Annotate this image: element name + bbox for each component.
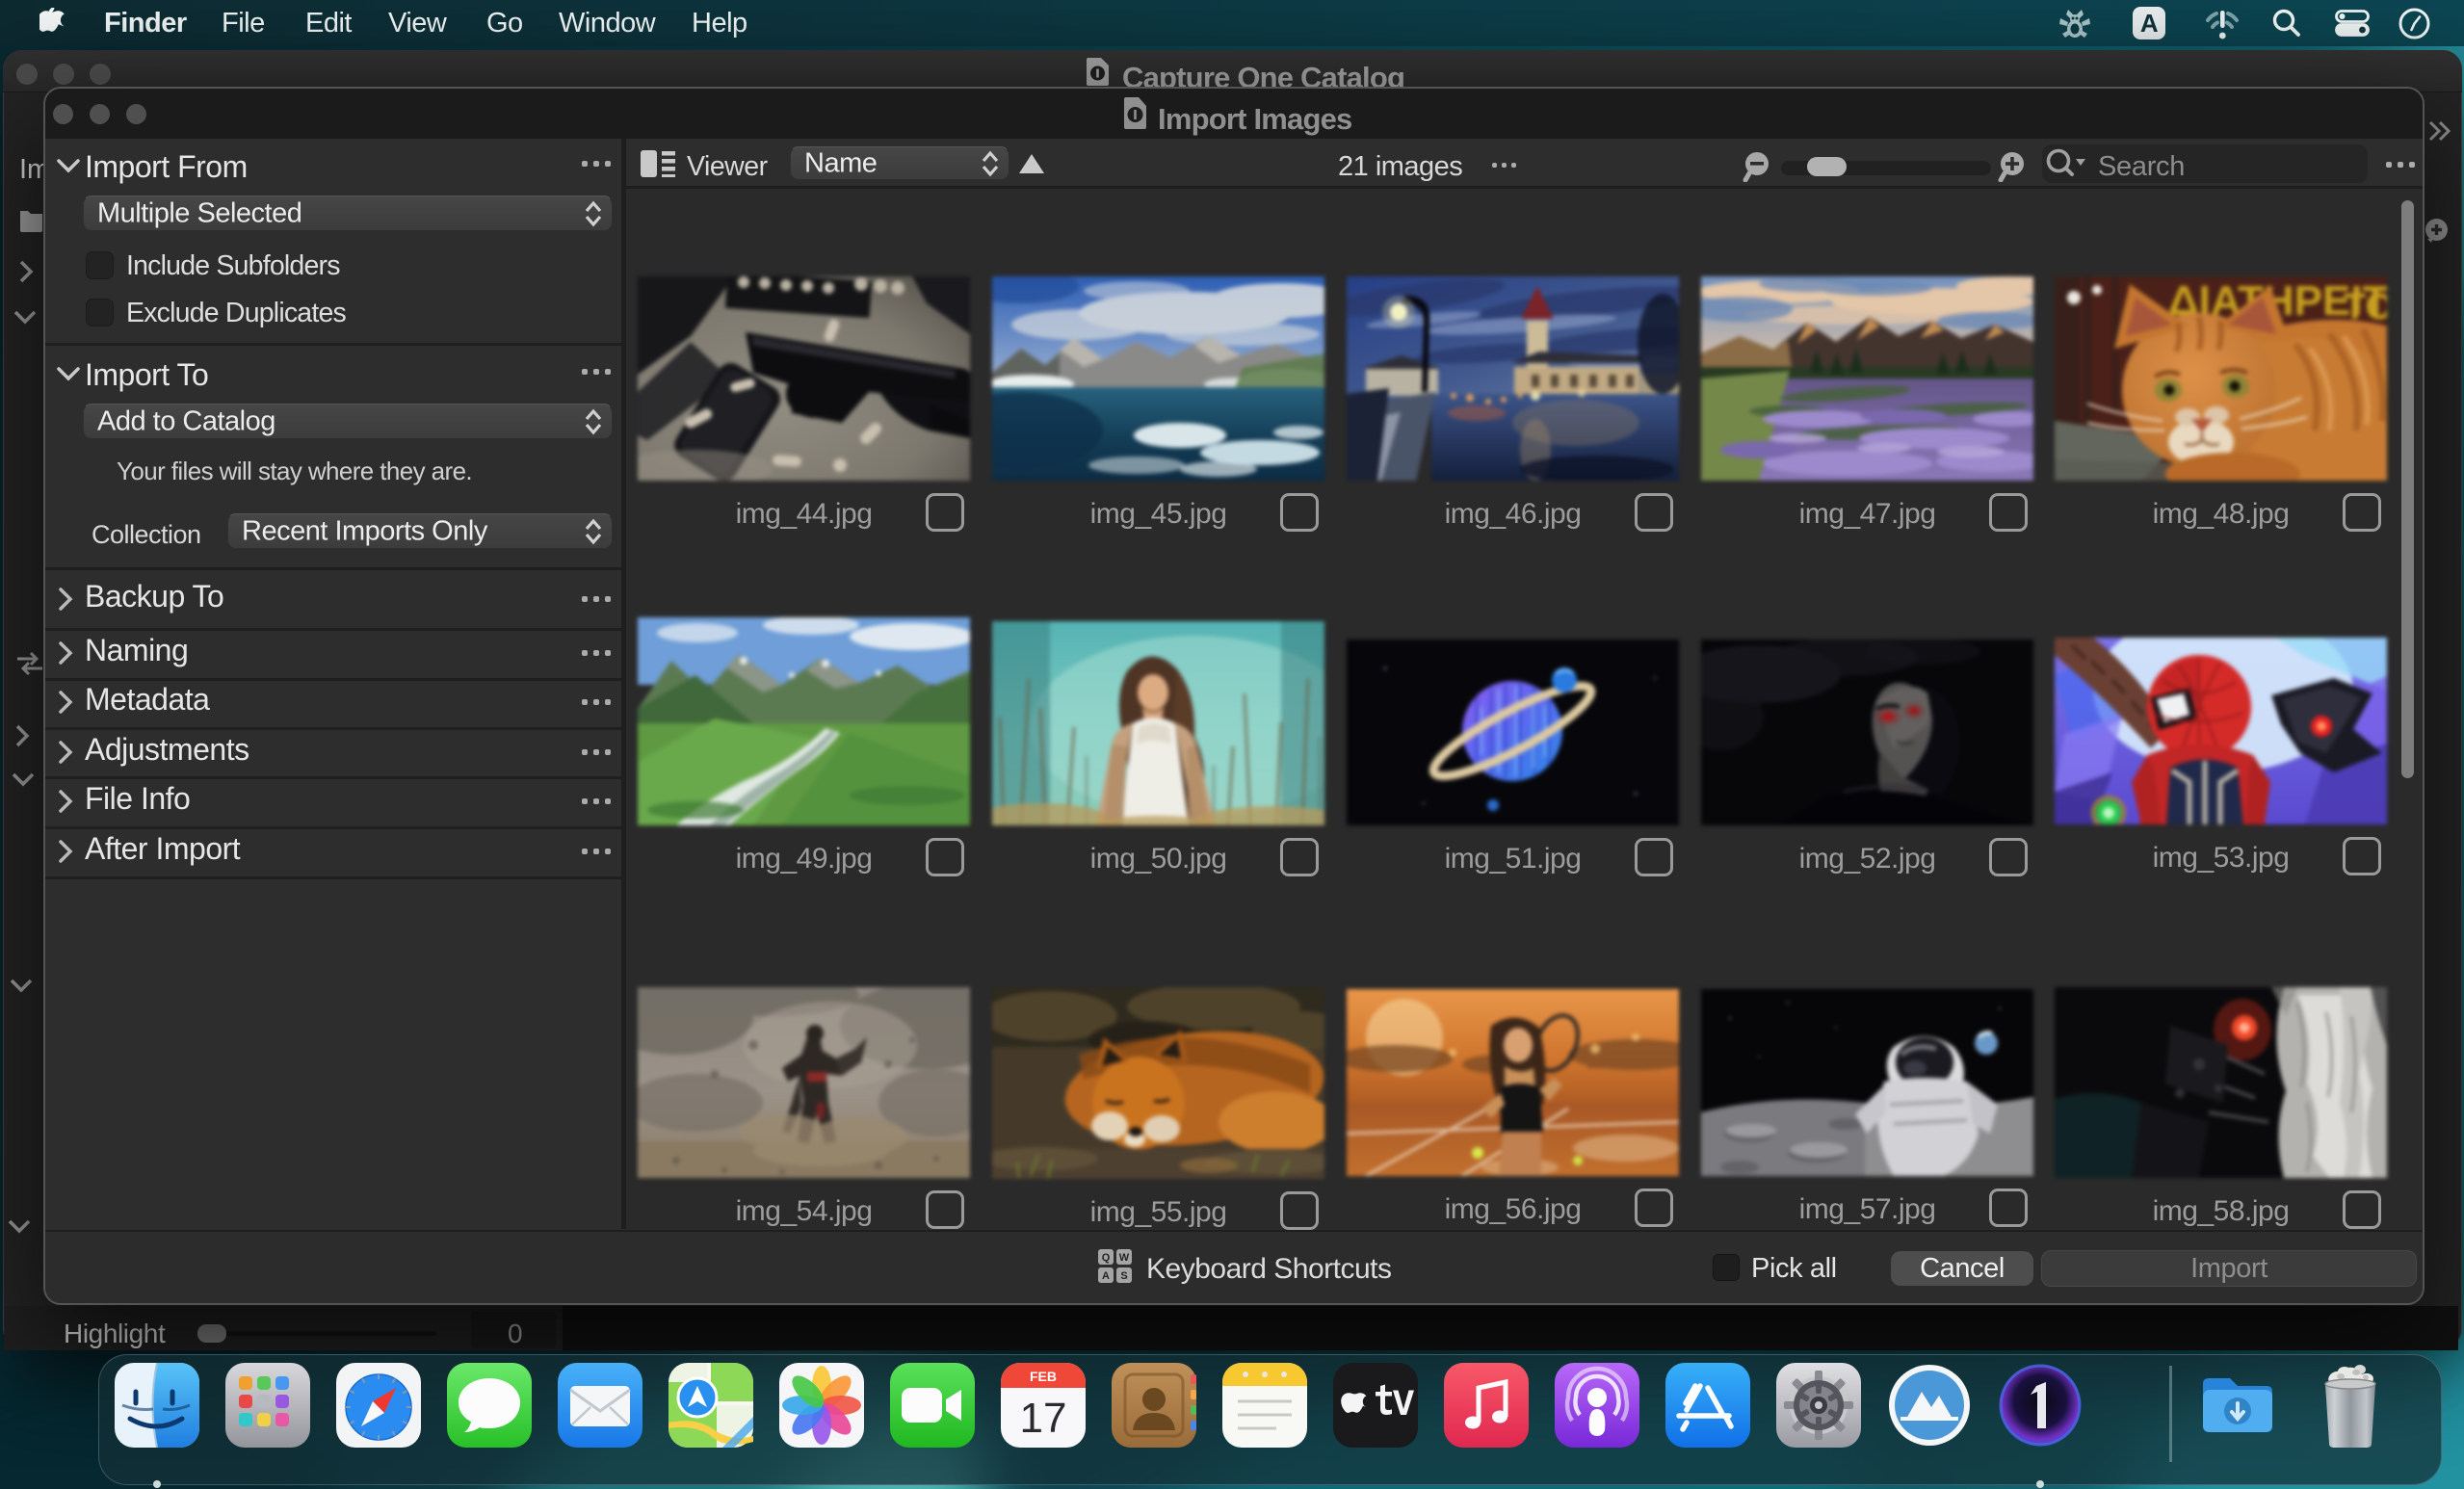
svg-text:Q: Q xyxy=(1102,1252,1111,1264)
svg-text:S: S xyxy=(1120,1270,1127,1282)
svg-text:A: A xyxy=(2140,9,2159,38)
svg-text:W: W xyxy=(1119,1252,1130,1264)
svg-text:17: 17 xyxy=(1020,1395,1067,1442)
svg-text:FEB: FEB xyxy=(1030,1369,1057,1384)
svg-text:A: A xyxy=(1102,1270,1110,1282)
